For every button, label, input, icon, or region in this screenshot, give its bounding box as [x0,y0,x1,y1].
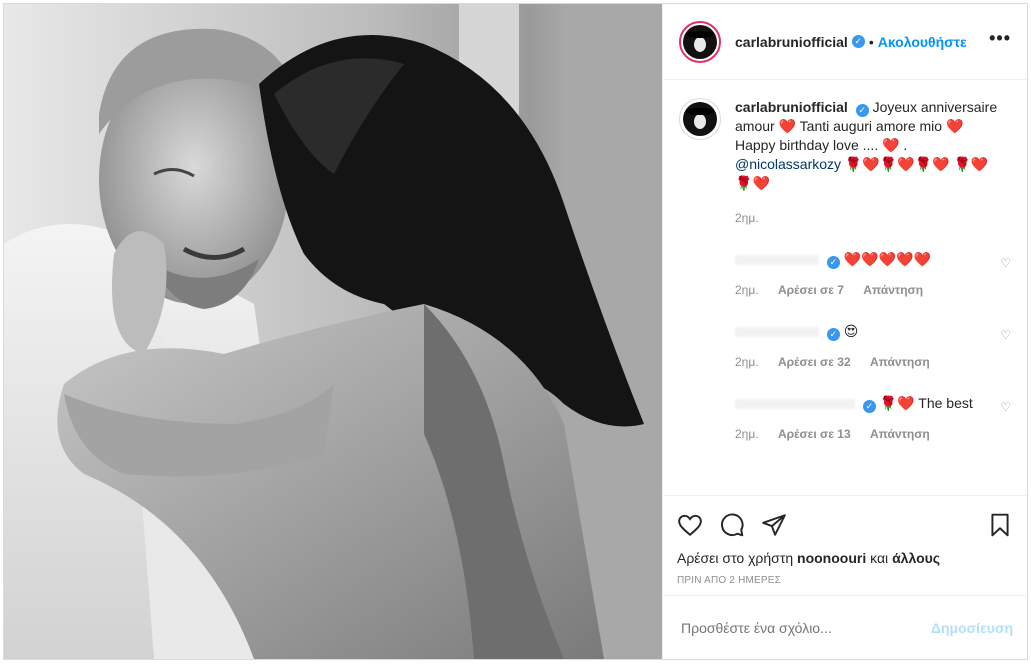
follow-button[interactable]: Ακολουθήστε [878,34,967,50]
verified-icon: ✓ [851,35,865,48]
caption-avatar[interactable] [679,98,721,140]
likes-prefix: Αρέσει στο χρήστη [677,550,794,566]
avatar[interactable] [679,20,721,63]
avatar-image [683,24,717,59]
reply-button[interactable]: Απάντηση [870,427,930,441]
comment-username[interactable] [735,327,819,338]
comment-like-icon[interactable]: ♡ [1000,326,1011,345]
avatar-hat [686,108,714,115]
caption: carlabruniofficial ✓ Joyeux anniversaire… [679,98,1011,228]
avatar-face [694,36,706,52]
likes-others-link[interactable]: άλλους [892,550,940,566]
comment-meta: 2ημ. Αρέσει σε 32 Απάντηση [735,353,1011,372]
caption-username[interactable]: carlabruniofficial [735,99,848,115]
verified-icon: ✓ [826,256,840,269]
heart-emoji-icon: ❤️ [945,118,964,134]
comment-username[interactable] [735,399,855,410]
caption-text-3: Happy birthday love .... [735,137,879,153]
comment: ✓ ❤️❤️❤️❤️❤️ 2ημ. Αρέσει σε 7 Απάντηση ♡ [735,250,1011,300]
heart-emoji-icon: ❤️ [778,118,797,134]
heart-icon[interactable] [677,512,703,538]
rose-emoji-icon: 🌹 [879,395,898,411]
comment-icon[interactable] [719,512,745,538]
verified-icon: ✓ [855,104,869,117]
post-photo-image [4,4,662,659]
caption-time[interactable]: 2ημ. [735,209,1005,228]
share-icon[interactable] [761,512,787,538]
header-username[interactable]: carlabruniofficial [735,34,848,50]
reply-button[interactable]: Απάντηση [863,283,923,297]
comment-likes[interactable]: Αρέσει σε 7 [778,283,844,297]
comment: ✓ 🌹❤️ The best 2ημ. Αρέσει σε 13 Απάντησ… [735,394,1011,444]
heart-emoji-icon: ❤️❤️❤️❤️❤️ [843,251,931,267]
caption-avatar-image [683,102,717,136]
heart-eyes-emoji-icon: 😍 [843,323,859,339]
comment-meta: 2ημ. Αρέσει σε 7 Απάντηση [735,281,1011,300]
comment-text: The best [918,395,973,411]
caption-text-4: . [903,137,908,153]
caption-body: carlabruniofficial ✓ Joyeux anniversaire… [735,98,1005,228]
comment-time[interactable]: 2ημ. [735,355,759,369]
comment-input[interactable] [681,619,931,636]
heart-emoji-icon: ❤️ [882,137,900,153]
post-sidebar: carlabruniofficial ✓ • Ακολουθήστε ••• c… [662,4,1027,659]
comments-section: carlabruniofficial ✓ Joyeux anniversaire… [663,80,1027,495]
likes-user-link[interactable]: noonoouri [797,550,866,566]
comment-time[interactable]: 2ημ. [735,427,759,441]
verified-icon: ✓ [862,400,876,413]
caption-text-2: Tanti auguri amore mio [799,118,943,134]
reply-button[interactable]: Απάντηση [870,355,930,369]
comment-like-icon[interactable]: ♡ [1000,254,1011,273]
comment-likes[interactable]: Αρέσει σε 32 [778,355,851,369]
action-icons [677,508,1013,542]
comment: ✓ 😍 2ημ. Αρέσει σε 32 Απάντηση ♡ [735,322,1011,372]
post-actions: Αρέσει στο χρήστη noonoouri και άλλους Π… [663,495,1027,595]
instagram-post: carlabruniofficial ✓ • Ακολουθήστε ••• c… [3,3,1028,660]
post-photo[interactable] [4,4,662,659]
comment-username[interactable] [735,255,819,266]
header-separator: • [868,33,874,50]
post-header: carlabruniofficial ✓ • Ακολουθήστε ••• [663,4,1027,80]
add-comment-bar: Δημοσίευση [663,595,1027,659]
post-timestamp[interactable]: ΠΡΙΝ ΑΠΟ 2 ΗΜΕΡΕΣ [677,575,1013,586]
post-comment-button[interactable]: Δημοσίευση [931,620,1013,636]
likes-connector: και [870,550,889,566]
comment-time[interactable]: 2ημ. [735,283,759,297]
comment-likes[interactable]: Αρέσει σε 13 [778,427,851,441]
bookmark-icon[interactable] [987,512,1013,538]
avatar-face [694,114,706,129]
comment-like-icon[interactable]: ♡ [1000,398,1011,417]
verified-icon: ✓ [826,328,840,341]
mention-link[interactable]: @nicolassarkozy [735,156,841,172]
avatar-hat [686,30,714,38]
likes-summary: Αρέσει στο χρήστη noonoouri και άλλους [677,550,1013,566]
heart-emoji-icon: ❤️ [897,395,915,411]
comment-meta: 2ημ. Αρέσει σε 13 Απάντηση [735,425,1011,444]
more-icon[interactable]: ••• [989,28,1011,55]
